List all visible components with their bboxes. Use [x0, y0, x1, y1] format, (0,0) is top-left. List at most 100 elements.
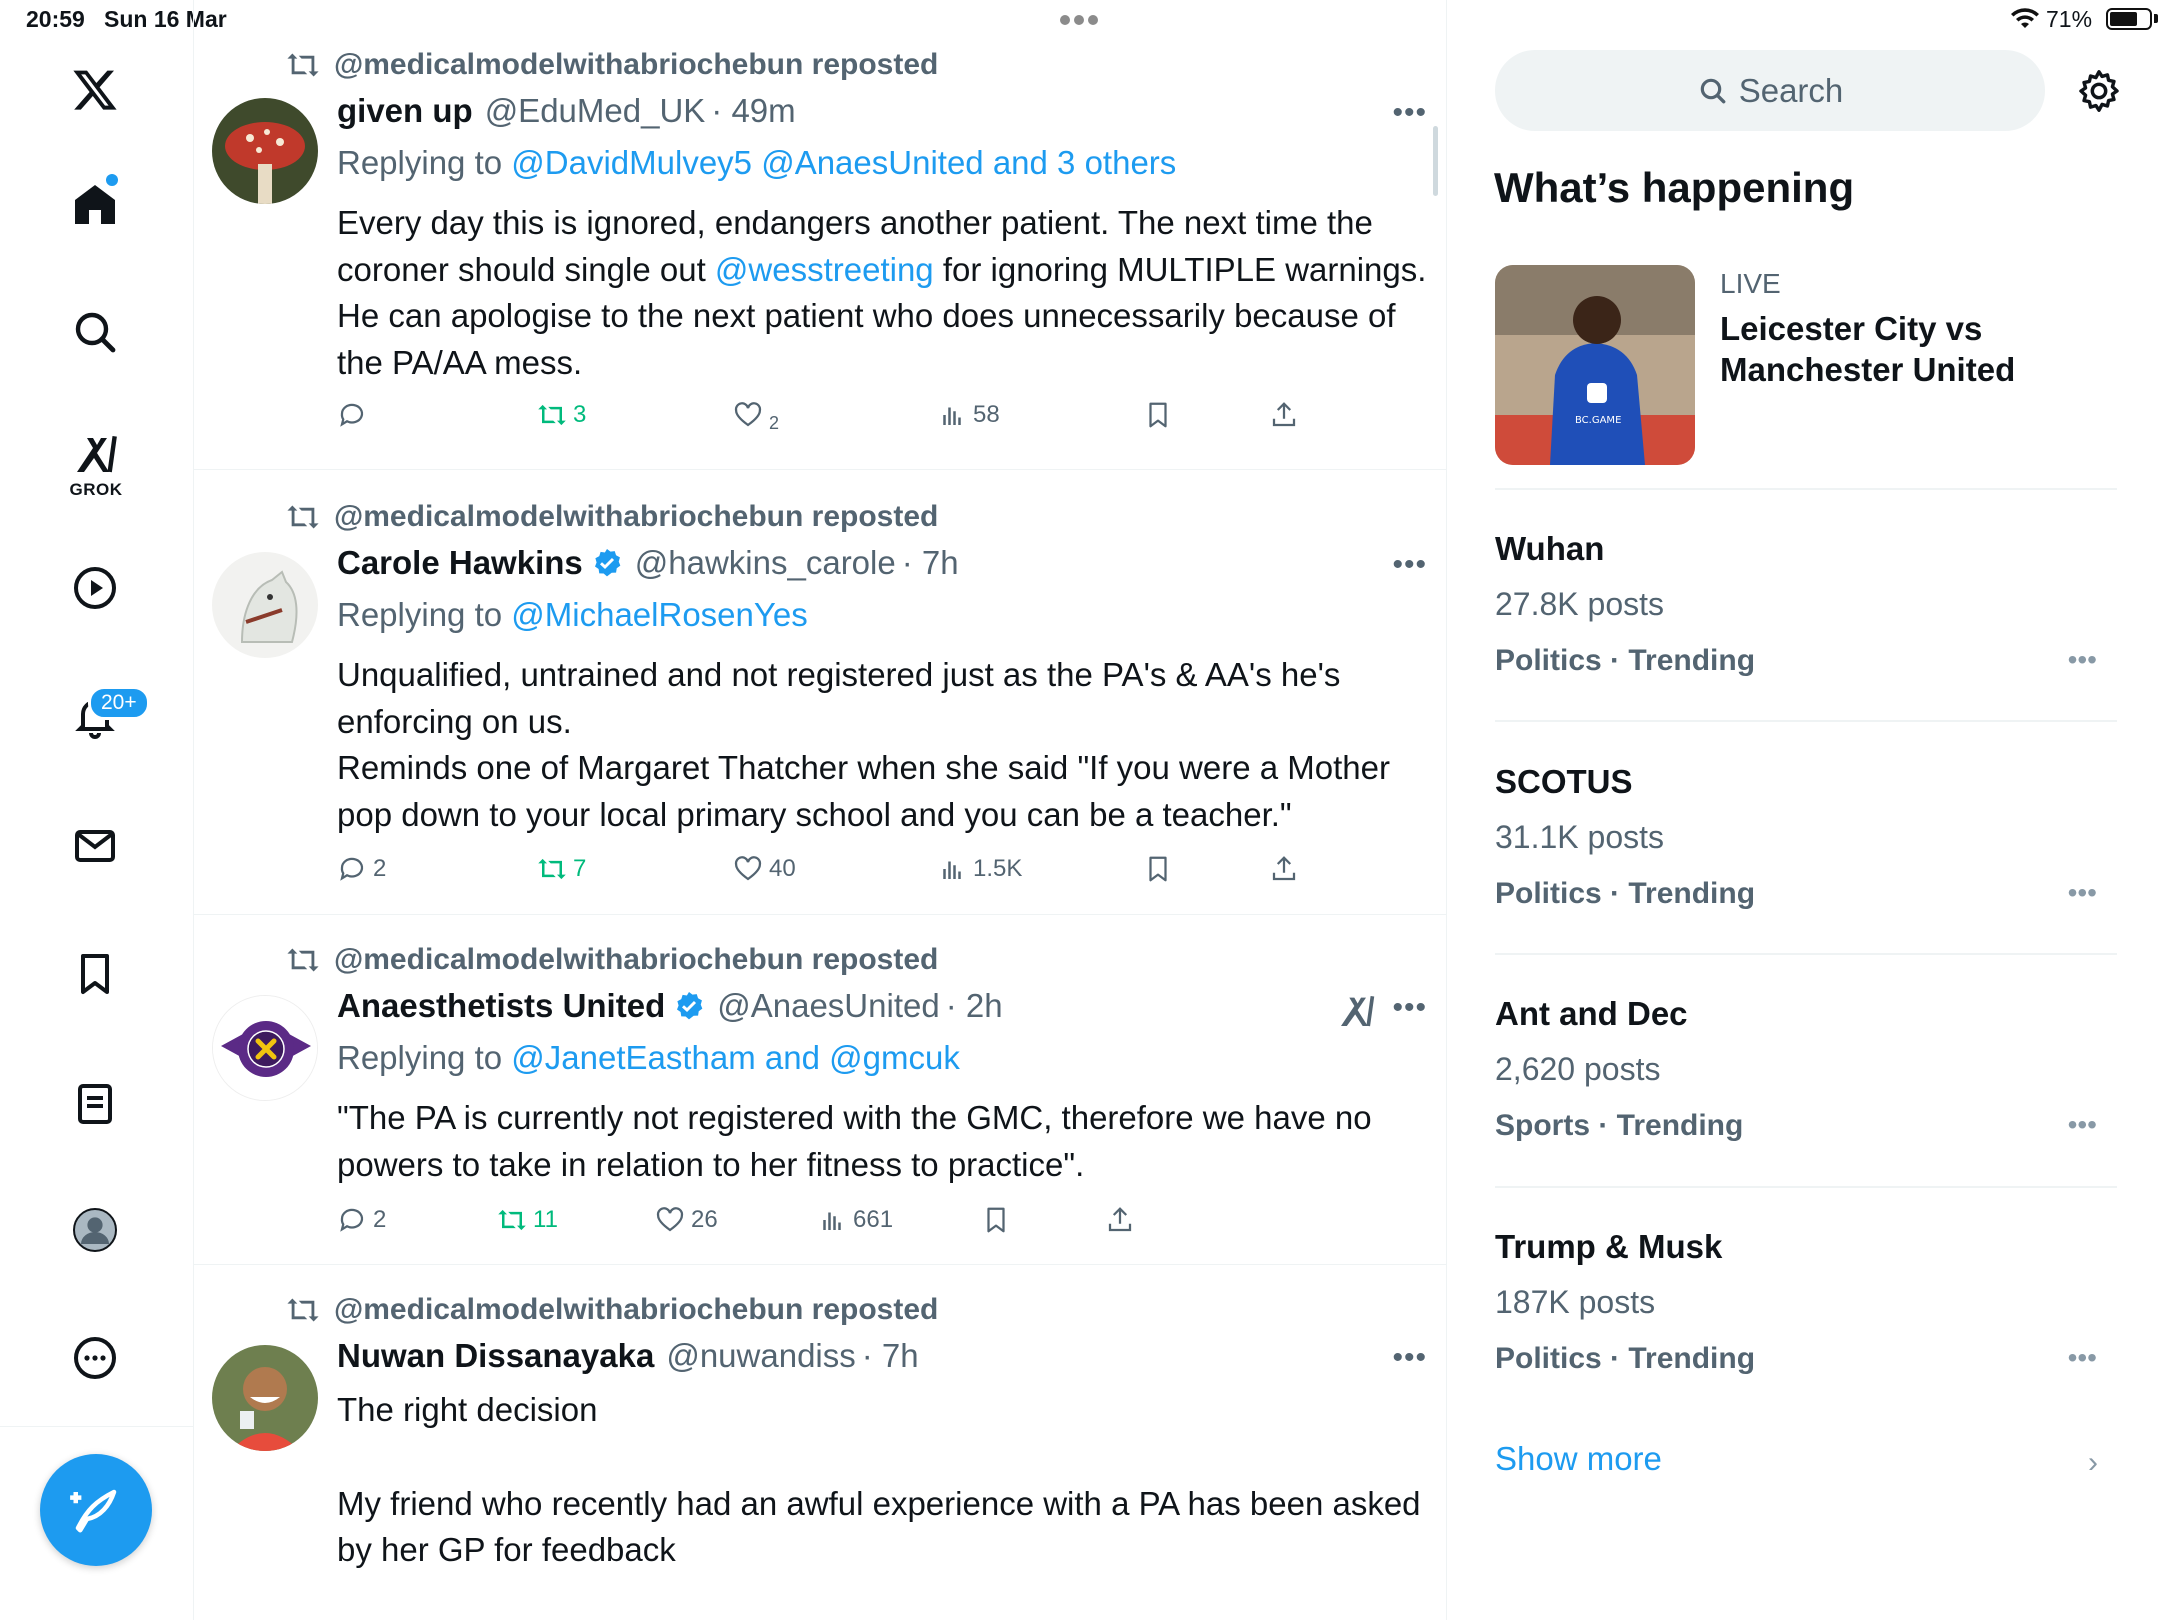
tweet-actions: 3 2 58 [337, 400, 1437, 440]
views-button[interactable]: 661 [817, 1205, 893, 1235]
like-button[interactable]: 2 [733, 400, 779, 433]
replying-to: Replying to @MichaelRosenYes [337, 596, 808, 634]
x-logo-icon[interactable] [55, 50, 135, 130]
search-placeholder: Search [1738, 71, 1844, 109]
reply-button[interactable]: 2 [337, 854, 386, 884]
repost-icon [287, 53, 319, 77]
tweet-card[interactable]: @medicalmodelwithabriochebun reposted gi… [194, 0, 1447, 470]
trend-divider [1495, 720, 2117, 722]
home-icon[interactable] [55, 164, 135, 244]
replying-to-mentions[interactable]: @MichaelRosenYes [511, 596, 807, 633]
profile-avatar-icon[interactable] [55, 1190, 135, 1270]
reply-button[interactable]: 2 [337, 1205, 386, 1235]
bookmark-button[interactable] [1143, 854, 1179, 884]
author-handle[interactable]: @hawkins_carole [635, 544, 896, 582]
trend-more-icon[interactable]: ••• [2068, 1109, 2097, 1141]
tweet-card[interactable]: @medicalmodelwithabriochebun reposted An… [194, 915, 1447, 1265]
heart-icon [734, 856, 762, 881]
author-name[interactable]: Nuwan Dissanayaka [337, 1337, 654, 1375]
compose-feather-icon [70, 1489, 117, 1533]
video-play-icon[interactable] [55, 548, 135, 628]
bookmarks-icon[interactable] [55, 934, 135, 1014]
grok-explain-icon[interactable] [1336, 991, 1376, 1031]
avatar[interactable] [212, 1345, 318, 1451]
replying-to: Replying to @JanetEastham and @gmcuk [337, 1039, 960, 1077]
trend-item[interactable]: SCOTUS 31.1K posts Politics · Trending •… [1495, 763, 2117, 923]
like-button[interactable]: 26 [655, 1205, 718, 1235]
settings-gear-icon[interactable] [2076, 68, 2122, 114]
reply-button[interactable] [337, 400, 373, 430]
replying-prefix: Replying to [337, 1039, 503, 1076]
author-handle[interactable]: @AnaesUnited [717, 987, 939, 1025]
repost-indicator: @medicalmodelwithabriochebun reposted [286, 943, 938, 977]
views-button[interactable]: 58 [937, 400, 1000, 430]
repost-button[interactable]: 7 [537, 854, 586, 884]
trend-category: Politics · Trending [1495, 877, 1756, 910]
tweet-time[interactable]: · 7h [862, 1337, 919, 1375]
bookmark-button[interactable] [981, 1205, 1017, 1235]
author-name[interactable]: Anaesthetists United [337, 987, 665, 1025]
scrollbar-thumb[interactable] [1433, 126, 1438, 196]
replying-to-mentions[interactable]: @JanetEastham and @gmcuk [511, 1039, 960, 1076]
tweet-more-icon[interactable]: ••• [1392, 548, 1427, 582]
reply-icon [340, 403, 364, 427]
author-handle[interactable]: @nuwandiss [666, 1337, 855, 1375]
repost-count: 7 [573, 855, 587, 882]
share-button[interactable] [1269, 854, 1305, 884]
share-icon [1272, 856, 1296, 881]
replying-prefix: Replying to [337, 596, 503, 633]
share-icon [1272, 402, 1296, 427]
messages-envelope-icon[interactable] [55, 806, 135, 886]
compose-post-button[interactable] [40, 1454, 152, 1566]
trend-more-icon[interactable]: ••• [2068, 877, 2097, 909]
author-handle[interactable]: @EduMed_UK [485, 92, 706, 130]
repost-count: 11 [533, 1206, 558, 1233]
tweet-time[interactable]: · 7h [902, 544, 959, 582]
more-options-icon[interactable] [55, 1318, 135, 1398]
trend-more-icon[interactable]: ••• [2068, 1342, 2097, 1374]
tweet-time[interactable]: · 49m [711, 92, 795, 130]
avatar[interactable] [212, 995, 318, 1101]
avatar[interactable] [212, 552, 318, 658]
like-button[interactable]: 40 [733, 854, 796, 884]
tweet-text: "The PA is currently not registered with… [337, 1095, 1427, 1188]
timeline: @medicalmodelwithabriochebun reposted gi… [194, 0, 1447, 1620]
svg-text:BC.GAME: BC.GAME [1575, 415, 1621, 426]
live-event-image[interactable]: BC.GAME [1495, 265, 1695, 465]
author-name[interactable]: Carole Hawkins [337, 544, 583, 582]
trend-item[interactable]: Ant and Dec 2,620 posts Sports · Trendin… [1495, 995, 2117, 1155]
share-button[interactable] [1105, 1205, 1141, 1235]
tweet-header: Carole Hawkins @hawkins_carole · 7h [337, 544, 959, 582]
replying-to-mentions[interactable]: @DavidMulvey5 @AnaesUnited and 3 others [511, 144, 1176, 181]
tweet-card[interactable]: @medicalmodelwithabriochebun reposted Nu… [194, 1265, 1447, 1620]
author-name[interactable]: given up [337, 92, 473, 130]
avatar[interactable] [212, 98, 318, 204]
explore-search-icon[interactable] [55, 292, 135, 372]
trend-more-icon[interactable]: ••• [2068, 644, 2097, 676]
repost-by-text: @medicalmodelwithabriochebun reposted [334, 48, 939, 81]
tweet-more-icon[interactable]: ••• [1392, 991, 1427, 1025]
repost-button[interactable]: 3 [537, 400, 586, 430]
tweet-card[interactable]: @medicalmodelwithabriochebun reposted Ca… [194, 470, 1447, 915]
repost-icon [287, 948, 319, 972]
mention-link[interactable]: @wesstreeting [715, 251, 934, 288]
search-input[interactable]: Search [1495, 50, 2045, 131]
lists-icon[interactable] [55, 1064, 135, 1144]
trend-category: Sports · Trending [1495, 1109, 1744, 1142]
chevron-right-icon[interactable]: › [2088, 1446, 2098, 1480]
repost-button[interactable]: 11 [497, 1205, 558, 1235]
trend-item[interactable]: Trump & Musk 187K posts Politics · Trend… [1495, 1228, 2117, 1388]
tweet-more-icon[interactable]: ••• [1392, 1341, 1427, 1375]
trend-item[interactable]: Wuhan 27.8K posts Politics · Trending ••… [1495, 530, 2117, 690]
grok-label: GROK [69, 480, 123, 499]
live-event-title[interactable]: Leicester City vs Manchester United [1720, 308, 2120, 390]
tweet-more-icon[interactable]: ••• [1392, 96, 1427, 130]
bookmark-button[interactable] [1143, 400, 1179, 430]
views-button[interactable]: 1.5K [937, 854, 1022, 884]
tweet-header: given up @EduMed_UK · 49m [337, 92, 796, 130]
tweet-time[interactable]: · 2h [946, 987, 1003, 1025]
share-button[interactable] [1269, 400, 1305, 430]
show-more-link[interactable]: Show more [1495, 1440, 1662, 1478]
bookmark-icon [1149, 856, 1167, 882]
repost-by-text: @medicalmodelwithabriochebun reposted [334, 943, 939, 976]
